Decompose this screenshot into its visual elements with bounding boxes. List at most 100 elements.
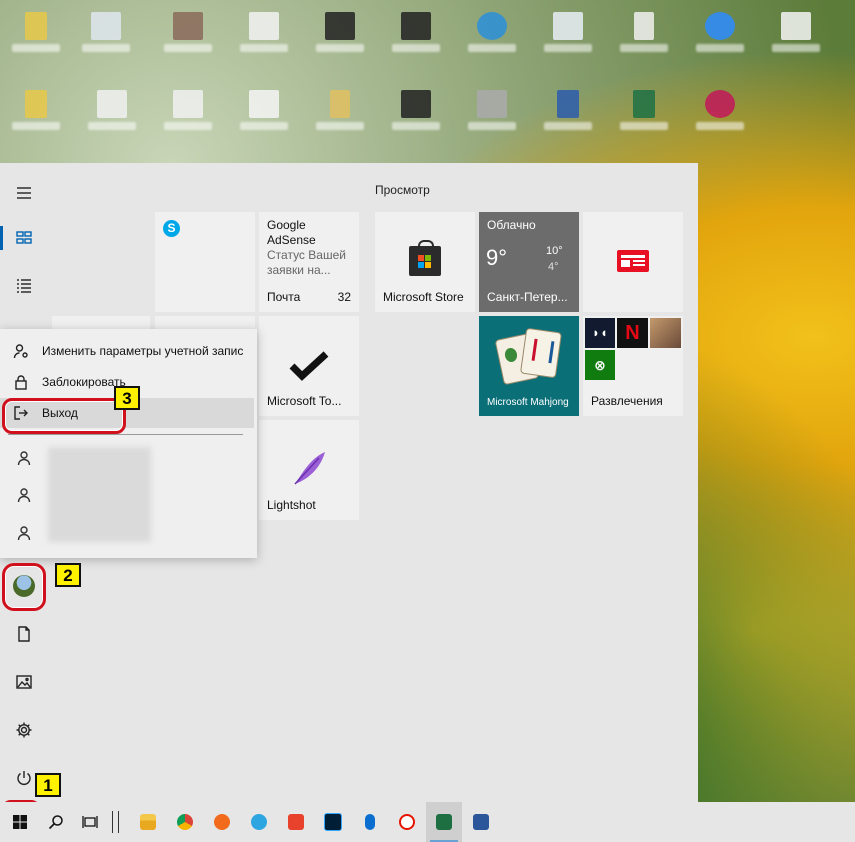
taskbar-divider (100, 802, 130, 842)
change-account-settings-label: Изменить параметры учетной запис (42, 344, 244, 358)
desktop-icon[interactable] (692, 80, 748, 150)
store-bag-icon (409, 240, 441, 276)
search-button[interactable] (38, 802, 74, 842)
callout-2: 2 (55, 563, 81, 587)
desktop-icon[interactable] (768, 2, 824, 72)
desktop-icon[interactable] (540, 80, 596, 150)
tile-label: Microsoft To... (267, 394, 342, 408)
all-apps-button[interactable] (0, 266, 48, 306)
mail-sender: Google (267, 218, 306, 232)
desktop-icon[interactable] (692, 2, 748, 72)
bluetooth-icon (365, 814, 375, 830)
desktop-icon[interactable] (8, 2, 64, 72)
folder-icon (140, 814, 156, 830)
taskbar-app-red[interactable] (278, 802, 314, 842)
user-settings-icon (13, 344, 28, 359)
hamburger-icon (17, 187, 31, 199)
tile-label: Microsoft Store (383, 290, 464, 304)
desktop-icon[interactable] (160, 80, 216, 150)
desktop-icon[interactable] (236, 2, 292, 72)
other-user-2[interactable] (0, 480, 48, 510)
skype-icon: S (163, 220, 180, 237)
task-view-icon (82, 816, 98, 828)
hidden-tile[interactable] (155, 316, 255, 330)
taskbar-yandex[interactable] (389, 802, 425, 842)
desktop-icon[interactable] (312, 2, 368, 72)
account-flyout: Изменить параметры учетной запис Заблоки… (0, 329, 257, 558)
mail-count: 32 (337, 290, 351, 304)
pinned-tiles-button[interactable] (0, 218, 48, 258)
taskbar-explorer[interactable] (130, 802, 166, 842)
tile-skype[interactable]: S (155, 212, 255, 312)
callout-1: 1 (35, 773, 61, 797)
change-account-settings-item[interactable]: Изменить параметры учетной запис (0, 336, 257, 366)
expand-menu-button[interactable] (0, 173, 48, 213)
taskbar-telegram[interactable] (241, 802, 277, 842)
desktop-icon[interactable] (464, 80, 520, 150)
power-icon (17, 771, 31, 785)
pictures-button[interactable] (0, 662, 48, 702)
mahjong-tiles-icon (494, 326, 563, 386)
tile-weather[interactable]: Облачно 9° 10° 4° Санкт-Петер... (479, 212, 579, 312)
tile-lightshot[interactable]: Lightshot (259, 420, 359, 520)
desktop-icon[interactable] (78, 2, 134, 72)
taskbar-avast[interactable] (204, 802, 240, 842)
user-icon (17, 526, 31, 541)
tile-mahjong[interactable]: Microsoft Mahjong (479, 316, 579, 416)
taskbar-bluetooth[interactable] (352, 802, 388, 842)
callout-3: 3 (114, 386, 140, 410)
word-icon (473, 814, 489, 830)
lock-label: Заблокировать (42, 375, 126, 389)
desktop-icon[interactable] (616, 2, 672, 72)
start-menu: Просмотр S Google AdSense Статус Вашей з… (0, 163, 698, 802)
yandex-icon (399, 814, 415, 830)
weather-city: Санкт-Петер... (487, 290, 568, 304)
excel-icon (436, 814, 452, 830)
flyout-divider (8, 434, 243, 435)
tile-microsoft-store[interactable]: Microsoft Store (375, 212, 475, 312)
xbox-icon: ⊗ (585, 350, 615, 380)
mail-sender-2: AdSense (267, 233, 316, 247)
taskbar-word[interactable] (463, 802, 499, 842)
weather-temp: 9° (486, 245, 508, 270)
weather-condition: Облачно (487, 218, 536, 232)
taskbar-photoshop[interactable] (315, 802, 351, 842)
tile-mail[interactable]: Google AdSense Статус Вашей заявки на...… (259, 212, 359, 312)
telegram-icon (251, 814, 267, 830)
desktop-icon[interactable] (8, 80, 64, 150)
avast-icon (214, 814, 230, 830)
tile-microsoft-todo[interactable]: Microsoft To... (259, 316, 359, 416)
desktop-icon[interactable] (160, 2, 216, 72)
other-user-3[interactable] (0, 518, 48, 548)
hidden-tile[interactable] (52, 316, 150, 330)
photoshop-icon (324, 813, 342, 831)
desktop-icon[interactable] (312, 80, 368, 150)
desktop-icon[interactable] (540, 2, 596, 72)
taskbar-excel[interactable] (426, 802, 462, 842)
taskbar-chrome[interactable] (167, 802, 203, 842)
documents-button[interactable] (0, 614, 48, 654)
taskbar (0, 802, 855, 842)
desktop-icon[interactable] (388, 80, 444, 150)
start-button[interactable] (2, 802, 38, 842)
picture-icon (16, 675, 32, 689)
lock-icon (15, 375, 27, 390)
tile-entertainment[interactable]: ◗◖ N ⊗ Развлечения (583, 316, 683, 416)
feather-icon (294, 452, 325, 485)
desktop-icon[interactable] (388, 2, 444, 72)
netflix-icon: N (617, 318, 648, 348)
gear-icon (16, 722, 32, 738)
settings-button[interactable] (0, 710, 48, 750)
user-icon (17, 488, 31, 503)
tile-label: Lightshot (267, 498, 316, 512)
desktop-icon[interactable] (84, 80, 140, 150)
document-icon (18, 626, 30, 642)
desktop-icon[interactable] (236, 80, 292, 150)
tile-label: Microsoft Mahjong (487, 397, 569, 408)
tile-news[interactable] (583, 212, 683, 312)
other-user-1[interactable] (0, 443, 48, 473)
mail-subject-2: заявки на... (267, 263, 331, 277)
desktop-icon[interactable] (464, 2, 520, 72)
tile-group-title: Просмотр (375, 183, 430, 197)
desktop-icon[interactable] (616, 80, 672, 150)
